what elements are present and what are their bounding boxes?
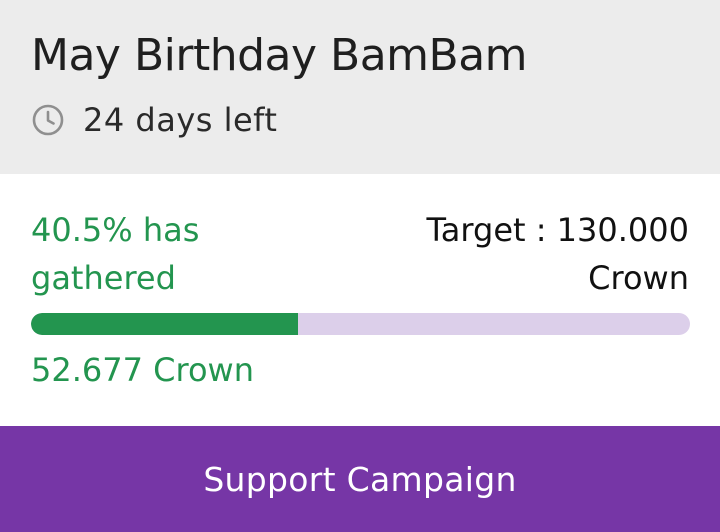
gathered-percentage: 40.5% has gathered [31,211,200,297]
support-campaign-button[interactable]: Support Campaign [0,426,720,532]
campaign-title: May Birthday BamBam [31,30,528,81]
campaign-card: May Birthday BamBam 24 days left 40.5% h… [0,0,720,532]
progress-bar-fill [31,313,298,335]
clock-icon [32,104,64,136]
deadline-row: 24 days left [31,98,277,142]
campaign-header: May Birthday BamBam 24 days left [0,0,720,174]
collected-amount: 52.677 Crown [31,351,254,389]
campaign-progress-section: 40.5% has gathered Target : 130.000 Crow… [0,174,720,426]
progress-bar [31,313,690,335]
target-amount: Target : 130.000 Crown [426,211,689,297]
days-left-text: 24 days left [83,101,278,139]
